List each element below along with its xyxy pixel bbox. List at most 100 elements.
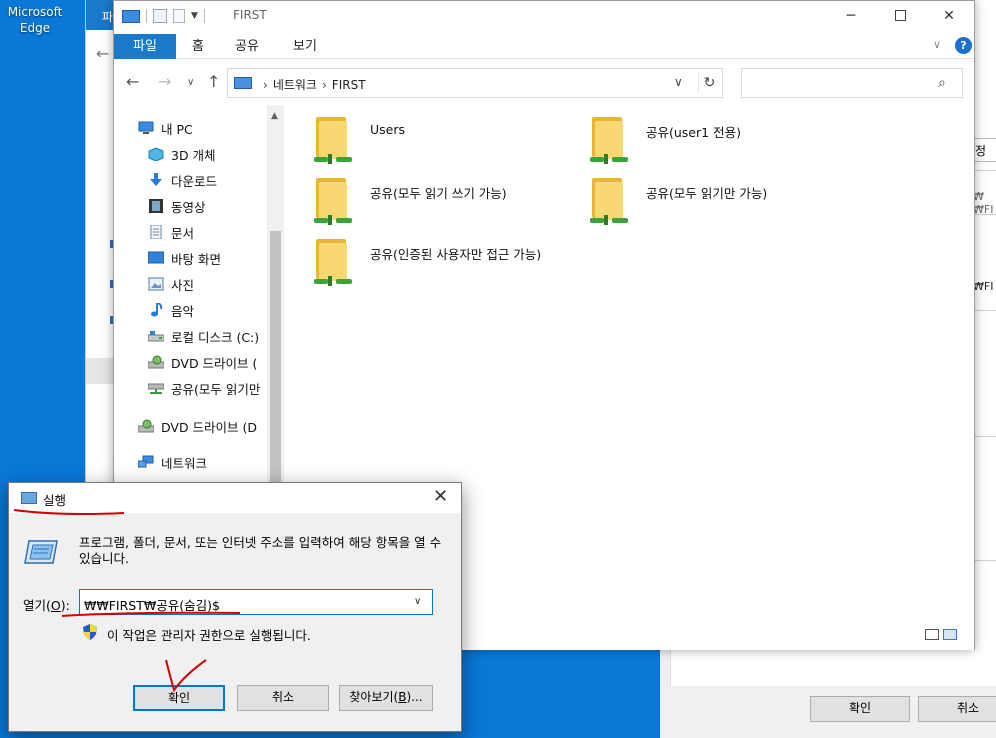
ok-button[interactable]: 확인	[133, 685, 225, 711]
uac-shield-icon	[83, 624, 97, 640]
desktop-icon	[148, 251, 164, 264]
open-label: 열기(O):	[23, 598, 70, 613]
background-ok-button[interactable]: 확인	[810, 696, 910, 722]
tab-file[interactable]: 파일	[114, 34, 176, 59]
tab-home[interactable]: 홈	[184, 34, 212, 59]
tree-item-network[interactable]: 네트워크	[138, 450, 207, 474]
address-bar[interactable]: › 네트워크 › FIRST ∨ ↻	[227, 68, 723, 98]
tree-item-dvd-drive[interactable]: DVD 드라이브 (	[148, 350, 257, 374]
open-combobox[interactable]: ₩₩FIRST₩공유(숨김)$ ∨	[79, 589, 433, 615]
tree-label: 네트워크	[161, 455, 208, 471]
tree-item-videos[interactable]: 동영상	[148, 194, 206, 218]
breadcrumb-first[interactable]: FIRST	[332, 78, 366, 92]
drive-icon	[148, 331, 164, 342]
download-icon	[150, 173, 162, 186]
close-icon: ✕	[943, 8, 955, 24]
expand-ribbon-icon[interactable]: ∨	[933, 38, 941, 51]
navigation-bar: ← → ∨ ↑ › 네트워크 › FIRST ∨ ↻ ⌕	[114, 60, 974, 104]
shared-folder-icon	[590, 117, 628, 165]
cancel-button[interactable]: 취소	[237, 685, 329, 711]
up-arrow-icon[interactable]: ↑	[207, 72, 220, 91]
tree-label: DVD 드라이브 (	[171, 355, 258, 371]
network-icon	[138, 455, 154, 468]
network-location-icon	[234, 77, 252, 89]
computer-icon	[138, 121, 154, 134]
customize-toolbar-dropdown-icon[interactable]: ▼	[191, 11, 198, 21]
tab-view[interactable]: 보기	[288, 34, 322, 59]
browse-button[interactable]: 찾아보기(B)...	[339, 685, 433, 711]
picture-icon	[148, 277, 164, 291]
back-arrow-icon[interactable]: ←	[96, 44, 109, 63]
tree-label: 내 PC	[161, 121, 193, 137]
scroll-up-icon[interactable]: ▲	[271, 111, 278, 121]
forward-arrow-icon[interactable]: →	[158, 72, 171, 91]
recent-locations-dropdown-icon[interactable]: ∨	[187, 77, 194, 88]
help-icon[interactable]: ?	[955, 37, 972, 54]
properties-icon[interactable]	[153, 9, 167, 23]
chevron-down-icon[interactable]: ∨	[414, 596, 421, 607]
dvd-drive-icon	[148, 355, 164, 369]
refresh-icon[interactable]: ↻	[698, 73, 720, 93]
view-switcher	[925, 629, 957, 640]
share-item[interactable]: Users	[314, 117, 405, 165]
close-icon[interactable]: ✕	[433, 486, 448, 507]
share-label: 공유(모두 읽기만 가능)	[646, 186, 768, 201]
tree-item-local-disk[interactable]: 로컬 디스크 (C:)	[148, 324, 259, 348]
background-window-tab-label: 파	[102, 10, 114, 24]
background-window: 파 ←	[85, 0, 116, 520]
share-item[interactable]: 공유(모두 읽기만 가능)	[590, 178, 767, 226]
network-drive-icon	[148, 383, 164, 394]
tree-item-desktop[interactable]: 바탕 화면	[148, 246, 221, 270]
share-item[interactable]: 공유(모두 읽기 쓰기 가능)	[314, 178, 507, 226]
separator	[146, 9, 147, 23]
document-icon	[150, 225, 162, 239]
address-history-dropdown-icon[interactable]: ∨	[674, 75, 683, 89]
background-dialog-path-text-2: ₩FI	[973, 280, 994, 293]
share-item[interactable]: 공유(user1 전용)	[590, 117, 741, 165]
breadcrumb: › 네트워크 › FIRST	[258, 76, 366, 93]
separator	[203, 9, 205, 23]
share-label: Users	[370, 122, 406, 137]
tab-share[interactable]: 공유	[230, 34, 264, 59]
large-icons-view-icon[interactable]	[943, 629, 957, 640]
breadcrumb-network[interactable]: 네트워크	[273, 78, 317, 92]
tree-item-music[interactable]: 음악	[148, 298, 194, 322]
breadcrumb-separator-icon: ›	[321, 78, 327, 92]
run-icon	[21, 492, 37, 504]
run-dialog-title-bar[interactable]: 실행 ✕	[9, 483, 461, 513]
video-icon	[149, 199, 163, 213]
tree-item-3d-objects[interactable]: 3D 개체	[148, 142, 216, 166]
shared-folder-icon	[314, 178, 352, 226]
share-label: 공유(user1 전용)	[646, 125, 741, 140]
explorer-title-bar[interactable]: ▼ FIRST ─ ✕	[114, 1, 974, 31]
tree-item-dvd-drive-d[interactable]: DVD 드라이브 (D	[138, 414, 257, 438]
tree-item-network-drive[interactable]: 공유(모두 읽기만	[148, 376, 260, 400]
computer-icon	[122, 9, 140, 23]
run-description: 프로그램, 폴더, 문서, 또는 인터넷 주소를 입력하여 해당 항목을 열 수…	[79, 535, 442, 566]
details-view-icon[interactable]	[925, 629, 939, 640]
desktop-edge-shortcut-label[interactable]: Microsoft Edge	[2, 4, 68, 36]
back-arrow-icon[interactable]: ←	[126, 72, 139, 91]
minimize-button[interactable]: ─	[828, 1, 874, 31]
new-folder-icon[interactable]	[173, 9, 185, 23]
tree-label: 바탕 화면	[171, 251, 221, 267]
open-input-value[interactable]: ₩₩FIRST₩공유(숨김)$	[84, 595, 220, 614]
background-window-tab[interactable]: 파	[86, 0, 116, 30]
tree-item-downloads[interactable]: 다운로드	[148, 168, 217, 192]
minimize-icon: ─	[846, 8, 856, 24]
background-dialog-path-text: ₩₩FI	[973, 190, 994, 216]
shared-folder-icon	[314, 239, 352, 287]
run-program-icon	[24, 540, 58, 564]
tree-item-this-pc[interactable]: 내 PC	[138, 116, 193, 140]
tree-item-pictures[interactable]: 사진	[148, 272, 194, 296]
maximize-button[interactable]	[877, 1, 923, 31]
tree-item-documents[interactable]: 문서	[148, 220, 194, 244]
close-button[interactable]: ✕	[926, 1, 972, 31]
share-item[interactable]: 공유(인증된 사용자만 접근 가능)	[314, 239, 541, 287]
background-cancel-button[interactable]: 취소	[918, 696, 996, 722]
search-input[interactable]: ⌕	[741, 68, 963, 98]
tree-label: 공유(모두 읽기만	[171, 381, 261, 397]
run-dialog-title: 실행	[43, 493, 67, 508]
tree-label: 사진	[171, 277, 195, 293]
quick-access-toolbar: ▼	[122, 7, 205, 25]
